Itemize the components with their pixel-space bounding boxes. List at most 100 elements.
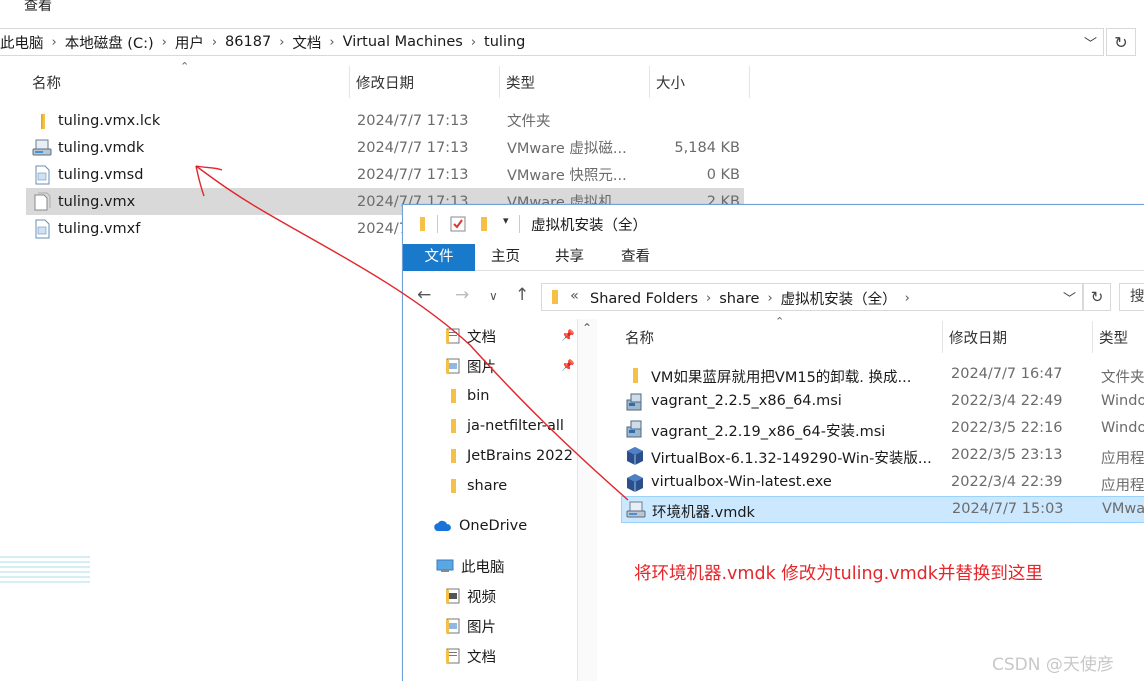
- column-header-label: 类型: [1099, 330, 1128, 347]
- breadcrumb-item[interactable]: 文档: [292, 32, 321, 53]
- breadcrumb-item[interactable]: 本地磁盘 (C:): [65, 32, 154, 53]
- folder-icon: [451, 479, 456, 493]
- nav-scrollbar[interactable]: ⌃: [577, 319, 597, 681]
- file-row[interactable]: vagrant_2.2.5_x86_64.msi 2022/3/4 22:49 …: [621, 389, 1144, 416]
- up-arrow-icon[interactable]: ↑: [515, 285, 529, 305]
- file-name: tuling.vmx.lck: [58, 112, 161, 129]
- breadcrumb-item[interactable]: 用户: [175, 32, 204, 53]
- file-name: virtualbox-Win-latest.exe: [651, 474, 832, 490]
- column-header-date[interactable]: 修改日期: [350, 66, 500, 98]
- file-date: 2022/3/5 22:16: [951, 420, 1063, 436]
- menu-bar: 查看: [0, 0, 1144, 26]
- this-pc-icon: [436, 559, 454, 572]
- scroll-up-icon[interactable]: ⌃: [582, 321, 592, 335]
- file-row-selected[interactable]: 环境机器.vmdk 2024/7/7 15:03 VMwa: [621, 496, 1144, 523]
- file-row[interactable]: VM如果蓝屏就用把VM15的卸载. 换成... 2024/7/7 16:47 文…: [621, 362, 1144, 389]
- file-name: 环境机器.vmdk: [652, 505, 755, 521]
- chevron-down-icon[interactable]: ﹀: [1063, 288, 1076, 307]
- nav-item-documents-2[interactable]: 文档: [445, 643, 496, 669]
- chevron-down-icon[interactable]: ▾: [503, 214, 509, 227]
- column-header-size[interactable]: 大小: [650, 66, 750, 98]
- divider: [519, 215, 520, 233]
- nav-item-bin[interactable]: bin: [445, 383, 489, 409]
- column-header-name[interactable]: 名称: [619, 321, 943, 353]
- folder-icon: [451, 419, 456, 433]
- file-date: 2022/3/4 22:39: [951, 474, 1063, 490]
- address-bar[interactable]: « Shared Folders › share › 虚拟机安装（全） › ﹀: [541, 283, 1083, 311]
- file-type: 应用程: [1101, 478, 1144, 494]
- tab-home[interactable]: 主页: [477, 244, 534, 271]
- tab-file[interactable]: 文件: [403, 244, 475, 271]
- divider: [437, 215, 438, 233]
- folder-icon: [633, 368, 638, 383]
- vmdk-file-icon: [626, 501, 646, 518]
- chevron-right-icon: ›: [329, 34, 335, 50]
- file-date: 2024/7/7 16:47: [951, 366, 1063, 382]
- column-header-type[interactable]: 类型: [1093, 321, 1144, 353]
- folder-icon: [451, 449, 456, 463]
- overflow-chevron-icon[interactable]: «: [570, 288, 579, 304]
- watermark: CSDN @天使彦: [992, 655, 1114, 675]
- forward-arrow-icon[interactable]: →: [455, 285, 469, 305]
- file-type: VMware 快照元...: [507, 168, 627, 184]
- file-row[interactable]: vagrant_2.2.19_x86_64-安装.msi 2022/3/5 22…: [621, 416, 1144, 443]
- nav-item-documents[interactable]: 文档: [445, 323, 496, 349]
- nav-item-onedrive[interactable]: OneDrive: [433, 513, 527, 539]
- refresh-icon: ↻: [1090, 288, 1104, 306]
- pin-icon[interactable]: 📌: [561, 359, 575, 372]
- pictures-folder-icon: [446, 618, 460, 634]
- window-title: 虚拟机安装（全）: [531, 218, 647, 234]
- file-name: tuling.vmsd: [58, 166, 144, 183]
- breadcrumb-item[interactable]: tuling: [484, 34, 525, 50]
- column-header-type[interactable]: 类型: [500, 66, 650, 98]
- chevron-right-icon: ›: [211, 34, 218, 50]
- chevron-right-icon: ›: [51, 34, 57, 50]
- nav-item-label: 此电脑: [461, 559, 505, 576]
- breadcrumb-item[interactable]: 虚拟机安装（全）: [781, 288, 897, 309]
- nav-item-ja-netfilter-all[interactable]: ja-netfilter-all: [445, 413, 564, 439]
- chevron-right-icon: ›: [470, 34, 477, 50]
- breadcrumb-item[interactable]: 此电脑: [0, 32, 44, 53]
- breadcrumb-item[interactable]: share: [719, 291, 759, 307]
- column-header-name[interactable]: 名称: [26, 66, 350, 98]
- document-icon: [35, 219, 50, 239]
- file-row[interactable]: virtualbox-Win-latest.exe 2022/3/4 22:39…: [621, 470, 1144, 497]
- search-input[interactable]: 搜: [1119, 283, 1144, 311]
- tab-view[interactable]: 查看: [607, 244, 664, 271]
- virtualbox-icon: [627, 447, 643, 465]
- breadcrumb-item[interactable]: Virtual Machines: [343, 34, 463, 50]
- pictures-folder-icon: [446, 358, 460, 374]
- column-header-date[interactable]: 修改日期: [943, 321, 1093, 353]
- breadcrumb-item[interactable]: 86187: [225, 34, 271, 50]
- nav-item-videos[interactable]: 视频: [445, 583, 496, 609]
- address-bar[interactable]: 此电脑 › 本地磁盘 (C:) › 用户 › 86187 › 文档 › Virtual M…: [0, 28, 1104, 56]
- file-date: 2024/7/7 15:03: [952, 501, 1064, 517]
- pin-icon[interactable]: 📌: [561, 329, 575, 342]
- nav-item-jetbrains[interactable]: JetBrains 2022: [445, 443, 573, 469]
- file-size: 0 KB: [706, 166, 740, 183]
- file-row[interactable]: tuling.vmx.lck 2024/7/7 17:13 文件夹: [26, 107, 744, 134]
- nav-item-pictures-2[interactable]: 图片: [445, 613, 496, 639]
- file-row[interactable]: tuling.vmdk 2024/7/7 17:13 VMware 虚拟磁...…: [26, 134, 744, 161]
- refresh-icon: ↻: [1114, 32, 1128, 52]
- breadcrumb-item[interactable]: Shared Folders: [590, 291, 698, 307]
- refresh-button[interactable]: ↻: [1083, 283, 1111, 311]
- new-folder-icon[interactable]: [475, 215, 493, 233]
- properties-icon[interactable]: [449, 215, 467, 233]
- refresh-button[interactable]: ↻: [1106, 28, 1136, 56]
- column-header-label: 名称: [625, 330, 654, 347]
- recent-locations-chevron-icon[interactable]: ∨: [489, 289, 498, 303]
- nav-item-pictures[interactable]: 图片: [445, 353, 496, 379]
- file-row[interactable]: tuling.vmsd 2024/7/7 17:13 VMware 快照元...…: [26, 161, 744, 188]
- menu-view[interactable]: 查看: [24, 0, 52, 15]
- nav-item-share[interactable]: share: [445, 473, 507, 499]
- chevron-down-icon[interactable]: ﹀: [1084, 33, 1097, 52]
- file-row[interactable]: VirtualBox-6.1.32-149290-Win-安装版... 2022…: [621, 443, 1144, 470]
- navigation-pane: [403, 319, 597, 681]
- ribbon-tabs: 文件 主页 共享 查看: [403, 244, 1144, 271]
- nav-item-this-pc[interactable]: 此电脑: [435, 553, 505, 579]
- file-date: 2024/7/7 17:13: [357, 139, 469, 156]
- back-arrow-icon[interactable]: ←: [417, 285, 431, 305]
- file-name: VM如果蓝屏就用把VM15的卸载. 换成...: [651, 370, 912, 386]
- tab-share[interactable]: 共享: [541, 244, 598, 271]
